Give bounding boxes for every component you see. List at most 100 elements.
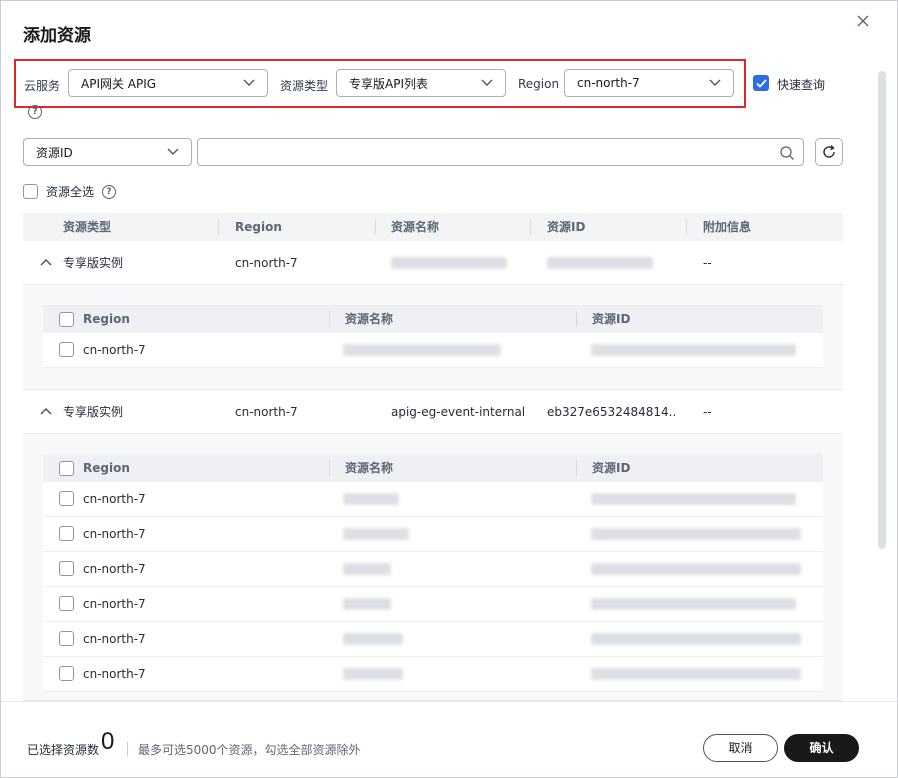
chevron-down-icon	[167, 148, 179, 155]
resource-type-select[interactable]: 专享版API列表	[336, 69, 506, 97]
confirm-button[interactable]: 确认	[784, 734, 859, 762]
col-region: Region	[235, 220, 282, 234]
table-header: 资源类型 Region 资源名称 资源ID 附加信息	[23, 213, 843, 241]
blurred-resource-id	[591, 493, 796, 505]
quick-query-checkbox[interactable]	[753, 75, 769, 91]
cloud-service-select[interactable]: API网关 APIG	[68, 69, 268, 97]
refresh-icon	[823, 145, 835, 158]
col-resource-id: 资源ID	[547, 220, 586, 234]
check-icon	[755, 78, 767, 88]
table-row[interactable]: 专享版实例 cn-north-7 --	[23, 241, 843, 285]
select-all-checkbox[interactable]	[23, 184, 38, 199]
blurred-resource-name	[343, 563, 391, 575]
region-label: Region	[518, 77, 560, 91]
chevron-down-icon	[709, 79, 721, 86]
row-checkbox[interactable]	[59, 666, 74, 681]
filter-highlight-box: 云服务 API网关 APIG 资源类型 专享版API列表 Region cn-n…	[14, 59, 746, 108]
chevron-up-icon[interactable]	[39, 406, 53, 416]
blurred-resource-name	[343, 598, 391, 610]
refresh-button[interactable]	[815, 138, 843, 166]
sub-col-resource-name: 资源名称	[345, 312, 394, 326]
sub-row-region: cn-north-7	[83, 562, 146, 576]
blurred-resource-name	[343, 493, 399, 505]
selection-limit-hint: 最多可选5000个资源，勾选全部资源除外	[138, 743, 361, 757]
resource-type-label: 资源类型	[280, 79, 329, 93]
blurred-resource-name	[343, 668, 403, 680]
chevron-up-icon[interactable]	[39, 257, 53, 267]
chevron-down-icon	[481, 79, 493, 86]
row-extra-info: --	[703, 405, 712, 419]
resource-type-value: 专享版API列表	[349, 76, 428, 91]
row-checkbox[interactable]	[59, 342, 74, 357]
selected-count: 0	[101, 728, 115, 755]
chevron-down-icon	[243, 79, 255, 86]
blurred-resource-name	[391, 257, 507, 269]
sub-col-resource-id: 资源ID	[592, 312, 631, 326]
row-region: cn-north-7	[235, 256, 298, 270]
sub-col-region: Region	[83, 461, 130, 475]
row-checkbox[interactable]	[59, 561, 74, 576]
search-field-value: 资源ID	[36, 145, 73, 160]
region-value: cn-north-7	[577, 76, 640, 90]
sub-table-row[interactable]: cn-north-7	[43, 587, 823, 622]
region-select[interactable]: cn-north-7	[564, 69, 734, 97]
close-icon[interactable]	[853, 11, 873, 31]
quick-query-label: 快速查询	[777, 78, 826, 92]
col-resource-name: 资源名称	[391, 220, 440, 234]
sub-select-all-checkbox[interactable]	[59, 461, 74, 476]
add-resource-dialog: 添加资源 云服务 API网关 APIG 资源类型 专享版API列表 Region…	[0, 0, 898, 778]
row-extra-info: --	[703, 256, 712, 270]
row-region: cn-north-7	[235, 405, 298, 419]
row-checkbox[interactable]	[59, 596, 74, 611]
sub-row-region: cn-north-7	[83, 343, 146, 357]
cloud-service-value: API网关 APIG	[81, 76, 157, 91]
blurred-resource-id	[591, 598, 796, 610]
row-resource-id: eb327e6532484814...	[547, 405, 675, 419]
sub-table-row[interactable]: cn-north-7	[43, 657, 823, 692]
blurred-resource-id	[547, 257, 653, 269]
selected-count-label: 已选择资源数	[27, 743, 100, 757]
search-input[interactable]	[197, 138, 804, 166]
blurred-resource-name	[343, 633, 403, 645]
sub-table-row[interactable]: cn-north-7	[43, 333, 823, 368]
dialog-title: 添加资源	[23, 26, 91, 46]
blurred-resource-id	[591, 633, 801, 645]
cancel-button[interactable]: 取消	[703, 734, 778, 762]
col-extra-info: 附加信息	[703, 220, 752, 234]
col-resource-type: 资源类型	[63, 220, 112, 234]
blurred-resource-id	[591, 668, 801, 680]
sub-row-region: cn-north-7	[83, 667, 146, 681]
sub-row-region: cn-north-7	[83, 492, 146, 506]
search-icon[interactable]	[779, 145, 795, 161]
sub-row-region: cn-north-7	[83, 632, 146, 646]
sub-table-row[interactable]: cn-north-7	[43, 622, 823, 657]
sub-table-row[interactable]: cn-north-7	[43, 517, 823, 552]
row-checkbox[interactable]	[59, 631, 74, 646]
blurred-resource-name	[343, 344, 501, 356]
vertical-scrollbar[interactable]	[878, 71, 886, 549]
dialog-footer: 已选择资源数 0 最多可选5000个资源，勾选全部资源除外 取消 确认	[1, 701, 897, 777]
sub-table: Region 资源名称 资源ID cn-north-7	[23, 285, 843, 390]
row-checkbox[interactable]	[59, 526, 74, 541]
row-resource-name: apig-eg-event-internal	[391, 405, 526, 419]
sub-col-region: Region	[83, 312, 130, 326]
sub-table-header: Region 资源名称 资源ID	[43, 305, 823, 333]
search-field-select[interactable]: 资源ID	[23, 138, 192, 166]
select-all-label: 资源全选	[46, 185, 95, 199]
sub-col-resource-name: 资源名称	[345, 461, 394, 475]
help-icon[interactable]: ?	[102, 184, 117, 199]
help-icon[interactable]: ?	[28, 105, 42, 119]
cloud-service-label: 云服务	[24, 79, 61, 93]
row-checkbox[interactable]	[59, 491, 74, 506]
select-all-resources[interactable]: 资源全选 ?	[23, 183, 117, 200]
blurred-resource-id	[591, 344, 796, 356]
sub-table-header: Region 资源名称 资源ID	[43, 454, 823, 482]
blurred-resource-id	[591, 563, 801, 575]
sub-table: Region 资源名称 资源ID cn-north-7 cn-north-7 c…	[23, 434, 843, 701]
sub-select-all-checkbox[interactable]	[59, 312, 74, 327]
sub-row-region: cn-north-7	[83, 597, 146, 611]
sub-table-row[interactable]: cn-north-7	[43, 482, 823, 517]
row-resource-type: 专享版实例	[63, 256, 124, 270]
sub-table-row[interactable]: cn-north-7	[43, 552, 823, 587]
table-row[interactable]: 专享版实例 cn-north-7 apig-eg-event-internal …	[23, 390, 843, 434]
